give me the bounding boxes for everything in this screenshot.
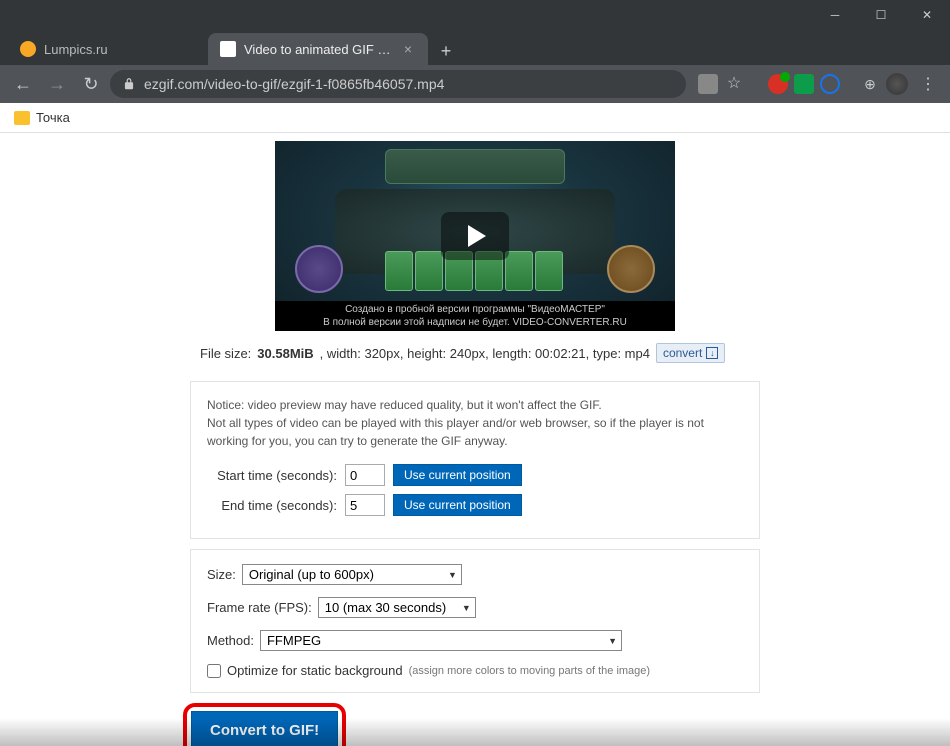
- start-time-label: Start time (seconds):: [207, 468, 337, 483]
- adblock-icon[interactable]: [768, 74, 788, 94]
- tab-title: Video to animated GIF converter: [244, 42, 392, 57]
- new-tab-button[interactable]: +: [432, 37, 460, 65]
- nav-back-button[interactable]: ←: [8, 69, 38, 99]
- lock-icon: [122, 77, 136, 91]
- use-current-start-button[interactable]: Use current position: [393, 464, 522, 486]
- video-preview[interactable]: Создано в пробной версии программы "Виде…: [275, 141, 675, 331]
- extension-icon[interactable]: [820, 74, 840, 94]
- extension-icons: ☆ ⊕ ⋮: [698, 73, 942, 95]
- convert-to-gif-button[interactable]: Convert to GIF!: [191, 711, 338, 746]
- use-current-end-button[interactable]: Use current position: [393, 494, 522, 516]
- tab-lumpics[interactable]: Lumpics.ru: [8, 33, 208, 65]
- extension-icon[interactable]: [794, 74, 814, 94]
- bookmark-folder[interactable]: Точка: [14, 110, 70, 125]
- tab-title: Lumpics.ru: [44, 42, 196, 57]
- bookmark-label: Точка: [36, 110, 70, 125]
- optimize-label: Optimize for static background: [227, 663, 403, 678]
- window-minimize-button[interactable]: ─: [812, 0, 858, 30]
- method-select[interactable]: FFMPEG: [260, 630, 622, 651]
- tab-favicon: [220, 41, 236, 57]
- notice-panel: Notice: video preview may have reduced q…: [190, 381, 760, 539]
- bookmark-star-icon[interactable]: ☆: [724, 74, 744, 94]
- window-close-button[interactable]: ✕: [904, 0, 950, 30]
- reading-list-icon[interactable]: ⊕: [860, 74, 880, 94]
- nav-forward-button[interactable]: →: [42, 69, 72, 99]
- url-input[interactable]: ezgif.com/video-to-gif/ezgif-1-f0865fb46…: [110, 70, 686, 98]
- notice-text: Notice: video preview may have reduced q…: [207, 396, 743, 450]
- fps-label: Frame rate (FPS):: [207, 600, 312, 615]
- method-label: Method:: [207, 633, 254, 648]
- video-watermark: Создано в пробной версии программы "Виде…: [275, 301, 675, 331]
- download-icon: ↓: [706, 347, 718, 359]
- page-content[interactable]: Создано в пробной версии программы "Виде…: [0, 133, 950, 746]
- window-titlebar: ─ ☐ ✕: [0, 0, 950, 30]
- bookmarks-bar: Точка: [0, 103, 950, 133]
- url-text: ezgif.com/video-to-gif/ezgif-1-f0865fb46…: [144, 76, 674, 92]
- end-time-input[interactable]: [345, 494, 385, 516]
- window-maximize-button[interactable]: ☐: [858, 0, 904, 30]
- profile-avatar[interactable]: [886, 73, 908, 95]
- play-button[interactable]: [441, 212, 509, 260]
- file-info: File size: 30.58MiB , width: 320px, heig…: [190, 343, 760, 363]
- tab-favicon: [20, 41, 36, 57]
- convert-link[interactable]: convert ↓: [656, 343, 725, 363]
- tab-ezgif[interactable]: Video to animated GIF converter ×: [208, 33, 428, 65]
- browser-menu-button[interactable]: ⋮: [914, 74, 942, 94]
- nav-reload-button[interactable]: ↻: [76, 69, 106, 99]
- optimize-hint: (assign more colors to moving parts of t…: [409, 665, 651, 677]
- folder-icon: [14, 111, 30, 125]
- size-select[interactable]: Original (up to 600px): [242, 564, 462, 585]
- fps-select[interactable]: 10 (max 30 seconds): [318, 597, 476, 618]
- start-time-input[interactable]: [345, 464, 385, 486]
- size-label: Size:: [207, 567, 236, 582]
- play-icon: [468, 225, 486, 247]
- tab-close-button[interactable]: ×: [400, 41, 416, 57]
- browser-addressbar: ← → ↻ ezgif.com/video-to-gif/ezgif-1-f08…: [0, 65, 950, 103]
- browser-tabbar: Lumpics.ru Video to animated GIF convert…: [0, 30, 950, 65]
- highlight-annotation: Convert to GIF!: [183, 703, 346, 746]
- optimize-checkbox[interactable]: [207, 664, 221, 678]
- end-time-label: End time (seconds):: [207, 498, 337, 513]
- translate-icon[interactable]: [698, 74, 718, 94]
- options-panel: Size: Original (up to 600px) Frame rate …: [190, 549, 760, 693]
